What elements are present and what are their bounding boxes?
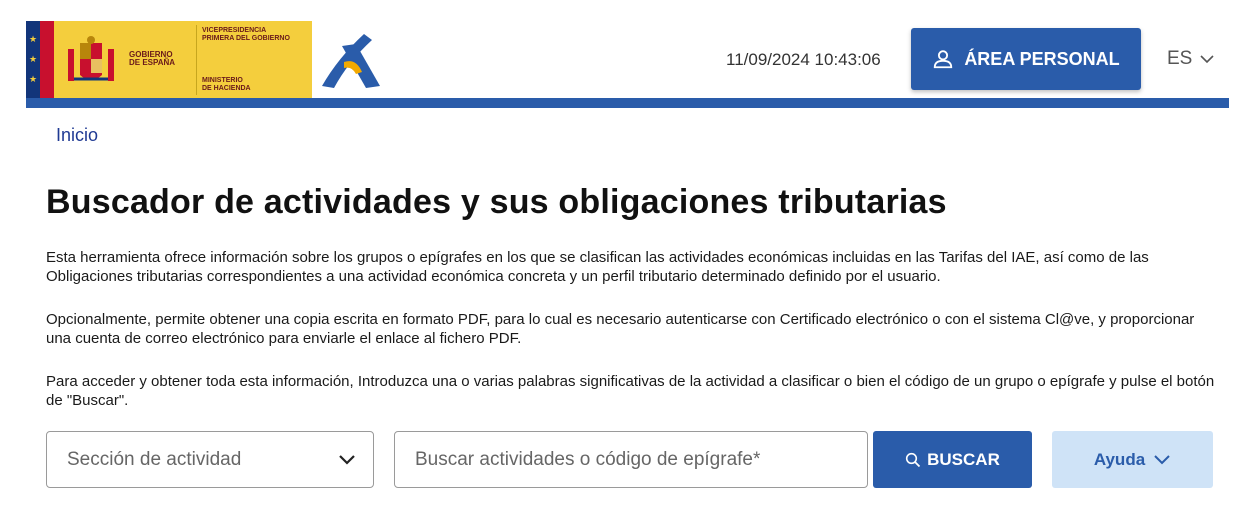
- vicepresidencia-text: VICEPRESIDENCIA PRIMERA DEL GOBIERNO: [202, 27, 290, 43]
- area-personal-button[interactable]: ÁREA PERSONAL: [911, 28, 1141, 90]
- breadcrumb-home-link[interactable]: Inicio: [56, 125, 98, 145]
- vice-line1: VICEPRESIDENCIA: [202, 27, 267, 34]
- coat-of-arms-icon: [68, 36, 114, 81]
- min-line2: DE HACIENDA: [202, 85, 251, 92]
- chevron-down-icon: [1154, 454, 1170, 464]
- pdf-paragraph: Opcionalmente, permite obtener una copia…: [46, 311, 1195, 347]
- spain-flag-stripe: [40, 21, 54, 98]
- vice-line2: PRIMERA DEL GOBIERNO: [202, 35, 290, 42]
- area-personal-label: ÁREA PERSONAL: [964, 48, 1120, 69]
- chevron-down-icon: [339, 455, 355, 465]
- page-title: Buscador de actividades y sus obligacion…: [46, 183, 947, 221]
- aeat-logo-icon[interactable]: [320, 28, 382, 90]
- buscar-button[interactable]: BUSCAR: [873, 431, 1032, 488]
- ministerio-text: MINISTERIO DE HACIENDA: [202, 77, 251, 93]
- ayuda-button[interactable]: Ayuda: [1052, 431, 1213, 488]
- header-divider-bar: [26, 98, 1229, 108]
- section-select[interactable]: Sección de actividad: [46, 431, 374, 488]
- gobierno-logo[interactable]: ★ ★ ★ GOBIERNO DE ESPAÑA VICEPRESIDENCIA…: [26, 21, 312, 98]
- user-icon: [934, 50, 953, 69]
- language-selector[interactable]: ES: [1167, 48, 1214, 70]
- search-input[interactable]: [394, 431, 868, 488]
- gov-line2: DE ESPAÑA: [129, 58, 176, 67]
- min-line1: MINISTERIO: [202, 77, 243, 84]
- gobierno-text: GOBIERNO DE ESPAÑA: [129, 51, 175, 67]
- current-datetime: 11/09/2024 10:43:06: [726, 50, 881, 69]
- instructions-paragraph: Para acceder y obtener toda esta informa…: [46, 373, 1215, 409]
- site-header: ★ ★ ★ GOBIERNO DE ESPAÑA VICEPRESIDENCIA…: [0, 0, 1246, 108]
- logo-divider: [196, 25, 197, 95]
- ayuda-label: Ayuda: [1093, 449, 1146, 469]
- section-select-label: Sección de actividad: [67, 448, 242, 470]
- chevron-down-icon: [1200, 55, 1214, 64]
- language-label: ES: [1167, 48, 1193, 69]
- breadcrumb: Inicio: [56, 125, 98, 146]
- eu-flag-icon: ★ ★ ★: [26, 21, 40, 98]
- intro-paragraph: Esta herramienta ofrece información sobr…: [46, 249, 1149, 285]
- search-icon: [906, 452, 921, 467]
- buscar-label: BUSCAR: [927, 449, 1000, 469]
